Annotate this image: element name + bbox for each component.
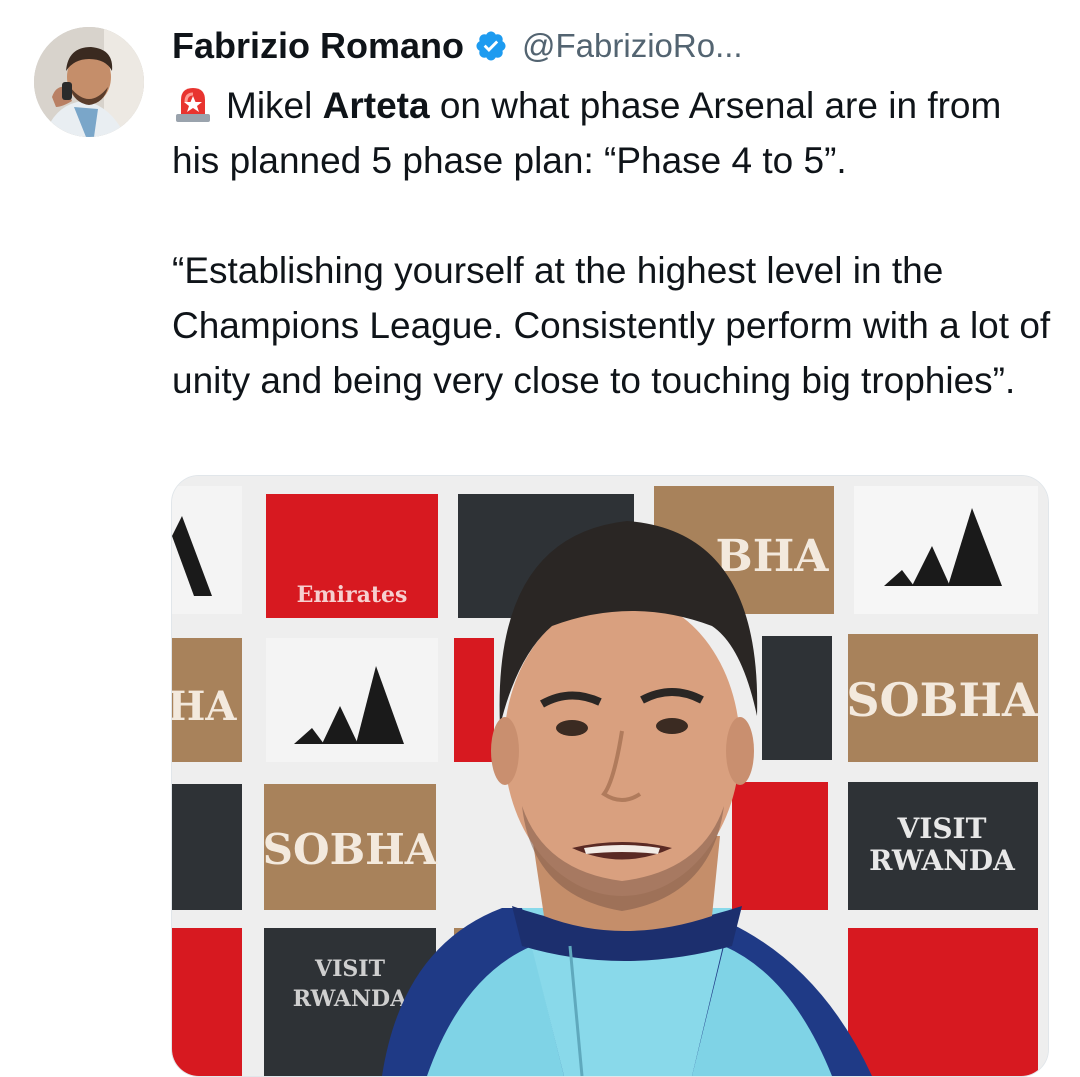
svg-text:RWANDA: RWANDA (293, 986, 408, 1012)
emirates-panel-2 (848, 928, 1038, 1076)
svg-text:SOBHA: SOBHA (846, 673, 1039, 727)
svg-text:VISIT: VISIT (897, 812, 987, 845)
press-conference-photo: Emirates BHA HA SOBHA SOBHA VISIT RWANDA… (172, 476, 1048, 1076)
tweet-paragraph-1: Mikel Arteta on what phase Arsenal are i… (172, 78, 1052, 188)
tweet-body: Mikel Arteta on what phase Arsenal are i… (172, 78, 1052, 408)
tweet-text-pre: Mikel (226, 85, 323, 126)
author-avatar[interactable] (34, 27, 144, 137)
tweet-text-bold-name: Arteta (322, 85, 430, 126)
author-name[interactable]: Fabrizio Romano (172, 25, 464, 67)
svg-text:VISIT: VISIT (314, 956, 386, 982)
avatar-photo (34, 27, 144, 137)
tweet-media-image[interactable]: Emirates BHA HA SOBHA SOBHA VISIT RWANDA… (171, 475, 1049, 1077)
verified-badge-icon (474, 29, 508, 63)
emirates-logo-text: Emirates (297, 582, 408, 608)
svg-text:HA: HA (172, 683, 237, 730)
author-handle[interactable]: @FabrizioRo... (522, 27, 743, 65)
rotating-light-siren-icon (172, 82, 214, 124)
svg-text:BHA: BHA (716, 531, 830, 582)
svg-text:SOBHA: SOBHA (263, 825, 439, 874)
tweet-header: Fabrizio Romano @FabrizioRo... (172, 24, 743, 68)
tweet-paragraph-2: “Establishing yourself at the highest le… (172, 250, 1051, 401)
svg-text:RWANDA: RWANDA (869, 844, 1016, 877)
